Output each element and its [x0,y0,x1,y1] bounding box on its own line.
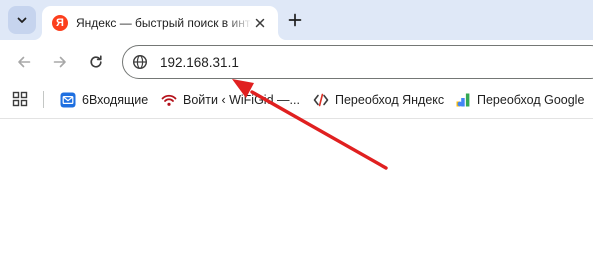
tab-active[interactable]: Я Яндекс — быстрый поиск в интернете [42,6,278,40]
close-icon [255,18,265,28]
bookmark-label: Переобход Яндекс [335,93,445,107]
tab-strip: Я Яндекс — быстрый поиск в интернете [0,0,593,40]
toolbar: 192.168.31.1 [0,40,593,85]
bookmark-label: Войти ‹ WiFiGid —... [183,93,300,107]
apps-grid-icon [12,91,28,107]
mail-icon [60,92,76,108]
chevron-down-icon [17,17,27,23]
code-icon [313,92,329,108]
bookmark-google-recrawl[interactable]: Переобход Google [455,89,584,111]
apps-button[interactable] [12,91,28,107]
tab-title: Яндекс — быстрый поиск в интернете [76,16,252,30]
forward-button[interactable] [48,50,72,74]
arrow-right-icon [53,56,66,68]
bookmark-wifigid[interactable]: Войти ‹ WiFiGid —... [161,89,300,111]
arrow-left-icon [18,56,31,68]
bookmark-yandex-recrawl[interactable]: Переобход Яндекс [313,89,444,111]
bookmark-label: Переобход Google [477,93,585,107]
bookmarks-bar: 6Входящие Войти ‹ WiFiGid —... Переобход… [0,85,593,114]
reload-icon [90,55,102,68]
bookmarks-separator [43,91,44,108]
tab-search-button[interactable] [8,6,36,34]
bookmark-inbox[interactable]: 6Входящие [60,89,148,111]
new-tab-button[interactable] [284,9,306,31]
address-bar[interactable]: 192.168.31.1 [122,45,593,79]
url-text: 192.168.31.1 [160,55,239,70]
yandex-favicon-icon: Я [52,15,68,31]
bookmark-label: 6Входящие [82,93,149,107]
search-console-icon [455,92,471,108]
site-info-button[interactable] [130,52,150,72]
plus-icon [288,13,302,27]
page-content [0,119,593,279]
back-button[interactable] [12,50,36,74]
wifi-icon [161,92,177,108]
tab-close-button[interactable] [252,15,268,31]
reload-button[interactable] [84,50,108,74]
globe-icon [132,54,148,70]
